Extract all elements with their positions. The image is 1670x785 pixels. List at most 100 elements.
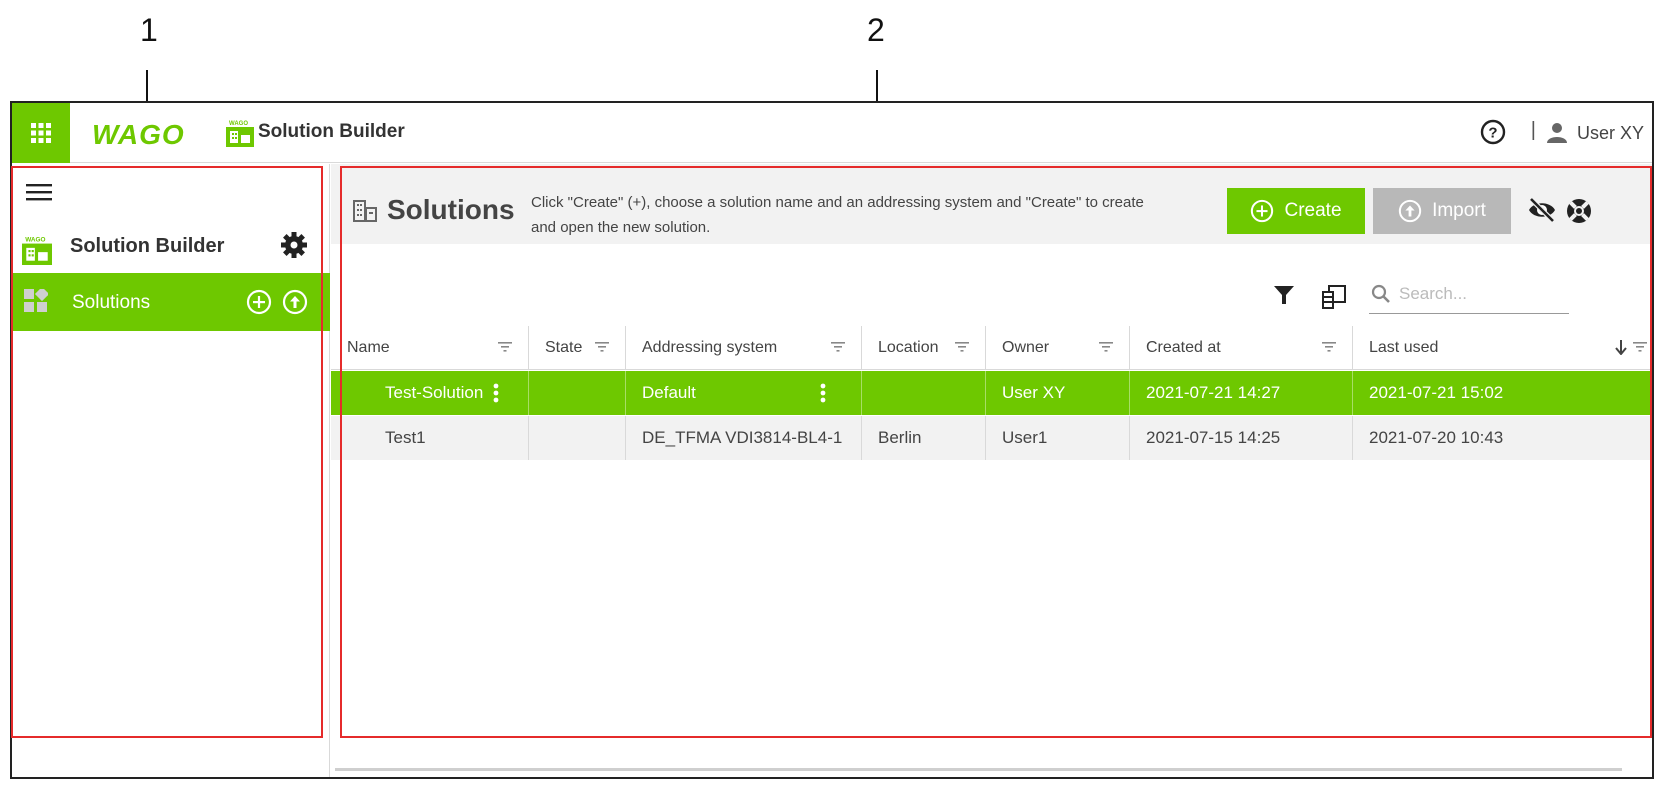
cell-text: 2021-07-21 14:27 [1146, 383, 1281, 402]
user-name[interactable]: User XY [1577, 123, 1644, 144]
cell-text: 2021-07-15 14:25 [1146, 428, 1281, 447]
wago-logo-text: WAGO [92, 121, 185, 147]
support-icon[interactable] [1565, 197, 1593, 225]
cell-state [529, 371, 626, 415]
column-header-label: State [545, 338, 583, 356]
cell-location [862, 371, 986, 415]
app-launcher-button[interactable] [12, 103, 70, 163]
column-header-created-at[interactable]: Created at [1130, 326, 1353, 370]
visibility-off-icon[interactable] [1527, 197, 1557, 223]
column-header-addressing-system[interactable]: Addressing system [626, 326, 862, 370]
cell-text: Default [642, 383, 696, 402]
search-input[interactable] [1397, 280, 1565, 308]
callout-number-2: 2 [867, 12, 885, 48]
column-header-label: Name [347, 338, 390, 356]
column-header-state[interactable]: State [529, 326, 626, 370]
column-filter-icon[interactable] [498, 342, 512, 352]
cell-text: 2021-07-20 10:43 [1369, 428, 1504, 447]
table-header-row: Name State Addressing system Location Ow… [331, 326, 1652, 370]
cell-owner: User1 [986, 416, 1130, 460]
column-filter-icon[interactable] [955, 342, 969, 352]
instruction-line-2: and open the new solution. [531, 219, 711, 236]
column-header-owner[interactable]: Owner [986, 326, 1130, 370]
svg-text:WAGO: WAGO [229, 121, 248, 127]
sidebar-app-name: Solution Builder [70, 235, 225, 257]
search-field[interactable] [1369, 274, 1569, 314]
cell-created-at: 2021-07-21 14:27 [1130, 371, 1353, 415]
cell-state [529, 416, 626, 460]
filter-icon[interactable] [1273, 284, 1295, 306]
cell-text: Test1 [385, 428, 426, 447]
create-button[interactable]: Create [1227, 188, 1365, 234]
cell-last-used: 2021-07-20 10:43 [1353, 416, 1652, 460]
topbar-separator: | [1530, 119, 1536, 141]
column-header-label: Last used [1369, 338, 1439, 356]
column-settings-icon[interactable] [1321, 284, 1347, 310]
column-header-last-used[interactable]: Last used [1353, 326, 1652, 370]
cell-text: User1 [1002, 428, 1048, 447]
more-vert-icon[interactable] [820, 383, 826, 403]
cell-name: Test-Solution [331, 371, 529, 415]
cell-owner: User XY [986, 371, 1130, 415]
cell-text: DE_TFMA VDI3814-BL4-1 [642, 428, 843, 447]
search-icon [1371, 284, 1390, 303]
cell-text: Test-Solution [385, 383, 484, 402]
gear-icon[interactable] [280, 231, 308, 259]
svg-text:?: ? [1488, 125, 1497, 142]
column-filter-icon[interactable] [1633, 342, 1647, 352]
column-filter-icon[interactable] [831, 342, 845, 352]
column-header-label: Addressing system [642, 338, 778, 356]
horizontal-scrollbar[interactable] [335, 768, 1622, 771]
import-button-label: Import [1432, 200, 1486, 221]
svg-text:WAGO: WAGO [25, 236, 45, 243]
table-row[interactable]: Test1 DE_TFMA VDI3814-BL4-1 Berlin User1… [331, 416, 1652, 460]
instruction-text: Click "Create" (+), choose a solution na… [531, 190, 1211, 240]
table-toolbar [331, 244, 1652, 326]
more-vert-icon[interactable] [493, 383, 499, 403]
cell-text: 2021-07-21 15:02 [1369, 383, 1504, 402]
grid-icon [31, 123, 51, 143]
column-header-name[interactable]: Name [331, 326, 529, 370]
add-circle-icon[interactable] [246, 289, 272, 315]
import-button[interactable]: Import [1373, 188, 1511, 234]
create-button-label: Create [1284, 200, 1342, 221]
help-icon[interactable]: ? [1480, 119, 1506, 145]
user-icon[interactable] [1546, 121, 1568, 143]
upload-circle-icon [1398, 199, 1422, 223]
column-header-label: Location [878, 338, 939, 356]
add-circle-icon [1251, 199, 1274, 223]
cell-text: Berlin [878, 428, 922, 447]
table-row[interactable]: Test-Solution Default User XY 2021-07-21… [331, 371, 1652, 415]
column-filter-icon[interactable] [1322, 342, 1336, 352]
column-filter-icon[interactable] [1099, 342, 1113, 352]
column-header-label: Created at [1146, 338, 1221, 356]
column-filter-icon[interactable] [595, 342, 609, 352]
cell-text: User XY [1002, 383, 1066, 402]
sidebar: WAGO Solution Builder Solutions [12, 164, 330, 777]
instruction-line-1: Click "Create" (+), choose a solution na… [531, 194, 1144, 211]
column-header-location[interactable]: Location [862, 326, 986, 370]
sidebar-app-header: WAGO Solution Builder [12, 219, 330, 275]
cell-location: Berlin [862, 416, 986, 460]
page-title: Solutions [387, 194, 515, 225]
solution-builder-icon: WAGO [22, 235, 52, 265]
solution-builder-logo-icon: WAGO [226, 119, 254, 147]
sidebar-item-label: Solutions [72, 292, 151, 313]
cell-last-used: 2021-07-21 15:02 [1353, 371, 1652, 415]
column-header-label: Owner [1002, 338, 1050, 356]
upload-circle-icon[interactable] [282, 289, 308, 315]
dashboard-icon [24, 289, 48, 312]
cell-addressing-system: Default [626, 371, 862, 415]
sidebar-item-solutions[interactable]: Solutions [12, 273, 330, 331]
app-window: WAGO WAGO Solution Builder ? | User XY W… [10, 101, 1654, 779]
main-panel: Solutions Click "Create" (+), choose a s… [331, 164, 1652, 777]
wago-logo: WAGO [92, 121, 185, 147]
menu-icon[interactable] [26, 182, 52, 202]
app-title: Solution Builder [258, 121, 405, 142]
cell-created-at: 2021-07-15 14:25 [1130, 416, 1353, 460]
top-bar: WAGO WAGO Solution Builder ? | User XY [12, 103, 1652, 163]
building-icon [353, 200, 377, 222]
solutions-header: Solutions Click "Create" (+), choose a s… [331, 164, 1652, 244]
sort-descending-icon[interactable] [1615, 339, 1627, 355]
cell-addressing-system: DE_TFMA VDI3814-BL4-1 [626, 416, 862, 460]
